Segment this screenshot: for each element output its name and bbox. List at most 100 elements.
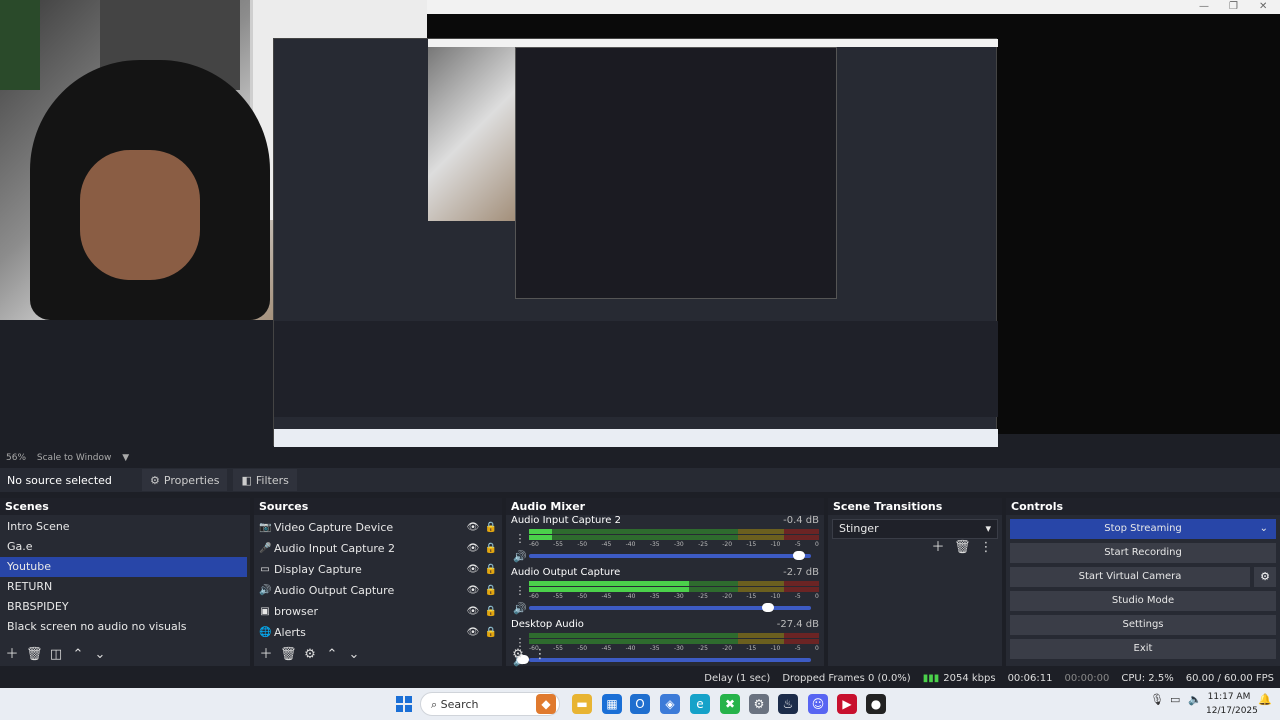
clock[interactable]: 11:17 AM 12/17/2025 bbox=[1206, 690, 1258, 718]
captured-window-titlebar: — ❐ ✕ bbox=[427, 0, 1280, 14]
source-item[interactable]: 🌐 Alerts 👁 🔒 bbox=[254, 622, 502, 643]
move-up-button[interactable]: ⌃ bbox=[70, 647, 86, 663]
gear-icon[interactable]: ⚙ bbox=[302, 647, 318, 663]
network-icon[interactable]: ▭ bbox=[1170, 693, 1180, 706]
controls-title: Controls bbox=[1006, 498, 1280, 515]
lock-icon[interactable]: 🔒 bbox=[484, 606, 498, 617]
transition-value: Stinger bbox=[839, 522, 879, 535]
source-item[interactable]: ▭ Display Capture 👁 🔒 bbox=[254, 559, 502, 580]
stop-streaming-button[interactable]: Stop Streaming ⌄ bbox=[1010, 519, 1276, 539]
scene-item-selected[interactable]: Youtube bbox=[0, 557, 247, 577]
meter-tick: -5 bbox=[794, 541, 801, 548]
context-bar: No source selected ⚙ Properties ◧ Filter… bbox=[0, 468, 1280, 492]
source-item[interactable]: ▣ browser 👁 🔒 bbox=[254, 601, 502, 622]
scene-item[interactable]: BRBSPIDEY bbox=[0, 597, 250, 617]
menu-icon[interactable]: ⋮ bbox=[532, 647, 548, 663]
lock-icon[interactable]: 🔒 bbox=[484, 564, 498, 575]
preview-canvas[interactable]: — ❐ ✕ bbox=[0, 0, 1280, 450]
scene-item[interactable]: Ga.e bbox=[0, 537, 250, 557]
channel-name: Audio Output Capture bbox=[511, 567, 621, 578]
eye-icon[interactable]: 👁 bbox=[466, 543, 480, 554]
game-icon[interactable]: ◆ bbox=[536, 694, 556, 714]
chevron-down-icon[interactable]: ▼ bbox=[122, 453, 129, 463]
source-item[interactable]: 🔊 Audio Output Capture 👁 🔒 bbox=[254, 580, 502, 601]
trash-icon[interactable]: 🗑 bbox=[954, 540, 971, 556]
steam-icon[interactable]: ♨ bbox=[778, 694, 798, 714]
move-down-button[interactable]: ⌄ bbox=[92, 647, 108, 663]
folder-icon[interactable]: ▬ bbox=[572, 694, 592, 714]
source-item[interactable]: 🎤 Audio Input Capture 2 👁 🔒 bbox=[254, 538, 502, 559]
settings-icon[interactable]: ⚙ bbox=[749, 694, 769, 714]
move-up-button[interactable]: ⌃ bbox=[324, 647, 340, 663]
studio-mode-button[interactable]: Studio Mode bbox=[1010, 591, 1276, 611]
speaker-icon[interactable]: 🔊 bbox=[511, 602, 529, 615]
eye-icon[interactable]: 👁 bbox=[466, 522, 480, 533]
channel-db: -2.7 dB bbox=[783, 567, 819, 578]
outlook-icon[interactable]: O bbox=[630, 694, 650, 714]
gear-icon[interactable]: ⚙ bbox=[1254, 567, 1276, 587]
xbox-icon[interactable]: ✖ bbox=[720, 694, 740, 714]
trash-icon[interactable]: 🗑 bbox=[26, 647, 43, 663]
source-item[interactable]: 📷 Video Capture Device 👁 🔒 bbox=[254, 517, 502, 538]
volume-slider[interactable] bbox=[529, 551, 811, 560]
volume-knob[interactable] bbox=[793, 551, 806, 560]
menu-icon[interactable]: ⋮ bbox=[511, 532, 529, 545]
eye-icon[interactable]: 👁 bbox=[466, 585, 480, 596]
menu-icon[interactable]: ⋮ bbox=[511, 584, 529, 597]
mixer-settings-icon[interactable]: ⚙ bbox=[510, 647, 526, 663]
windows-start-icon[interactable] bbox=[396, 696, 412, 712]
notification-icon[interactable]: 🔔 bbox=[1258, 693, 1272, 706]
move-down-button[interactable]: ⌄ bbox=[346, 647, 362, 663]
filters-button[interactable]: ◧ Filters bbox=[233, 469, 297, 491]
settings-button[interactable]: Settings bbox=[1010, 615, 1276, 635]
transition-select[interactable]: Stinger ▾ bbox=[832, 519, 998, 539]
discord-icon[interactable]: ☺ bbox=[808, 694, 828, 714]
meter-tick: -5 bbox=[794, 645, 801, 652]
trash-icon[interactable]: 🗑 bbox=[280, 647, 297, 663]
exit-button[interactable]: Exit bbox=[1010, 639, 1276, 659]
add-source-button[interactable]: ＋ bbox=[258, 647, 274, 663]
preview-scale-bar[interactable]: 56% Scale to Window ▼ bbox=[0, 450, 1280, 466]
media-icon[interactable]: ▶ bbox=[837, 694, 857, 714]
store-icon[interactable]: ▦ bbox=[602, 694, 622, 714]
meter-tick: -10 bbox=[770, 593, 781, 600]
scene-filters-button[interactable]: ◫ bbox=[48, 647, 64, 663]
properties-button[interactable]: ⚙ Properties bbox=[142, 469, 228, 491]
volume-slider[interactable] bbox=[517, 655, 811, 664]
mic-icon[interactable]: 🎙 bbox=[1150, 693, 1164, 706]
eye-icon[interactable]: 👁 bbox=[466, 606, 480, 617]
obs-icon[interactable]: ● bbox=[866, 694, 886, 714]
eye-icon[interactable]: 👁 bbox=[466, 564, 480, 575]
scene-item[interactable]: Black screen no audio no visuals bbox=[0, 617, 250, 637]
eye-icon[interactable]: 👁 bbox=[466, 627, 480, 638]
volume-knob[interactable] bbox=[762, 603, 775, 612]
add-scene-button[interactable]: ＋ bbox=[4, 647, 20, 663]
add-transition-button[interactable]: ＋ bbox=[930, 540, 946, 556]
lock-icon[interactable]: 🔒 bbox=[484, 522, 498, 533]
start-recording-button[interactable]: Start Recording bbox=[1010, 543, 1276, 563]
source-label: Alerts bbox=[274, 626, 306, 639]
meter-tick: -45 bbox=[601, 593, 612, 600]
lock-icon[interactable]: 🔒 bbox=[484, 585, 498, 596]
chevron-down-icon: ▾ bbox=[985, 522, 991, 535]
volume-slider[interactable] bbox=[529, 603, 811, 612]
scene-item[interactable]: RETURN bbox=[0, 577, 250, 597]
globe-icon: 🌐 bbox=[259, 627, 272, 638]
chevron-down-icon[interactable]: ⌄ bbox=[1260, 519, 1268, 539]
scene-item[interactable]: Intro Scene bbox=[0, 517, 250, 537]
app-icon[interactable]: ◈ bbox=[660, 694, 680, 714]
scale-mode-select[interactable]: Scale to Window bbox=[37, 453, 111, 463]
lock-icon[interactable]: 🔒 bbox=[484, 543, 498, 554]
meter-tick: -35 bbox=[649, 645, 660, 652]
volume-icon[interactable]: 🔈 bbox=[1188, 693, 1202, 706]
meter-tick: 0 bbox=[815, 541, 819, 548]
start-virtual-camera-button[interactable]: Start Virtual Camera bbox=[1010, 567, 1250, 587]
edge-icon[interactable]: e bbox=[690, 694, 710, 714]
lock-icon[interactable]: 🔒 bbox=[484, 627, 498, 638]
speaker-icon[interactable]: 🔊 bbox=[511, 550, 529, 563]
menu-icon[interactable]: ⋮ bbox=[978, 540, 994, 556]
meter-tick: -60 bbox=[529, 593, 539, 600]
cpu-usage: CPU: 2.5% bbox=[1121, 672, 1174, 684]
meter-tick: -15 bbox=[746, 645, 757, 652]
meter-tick: -15 bbox=[746, 541, 757, 548]
